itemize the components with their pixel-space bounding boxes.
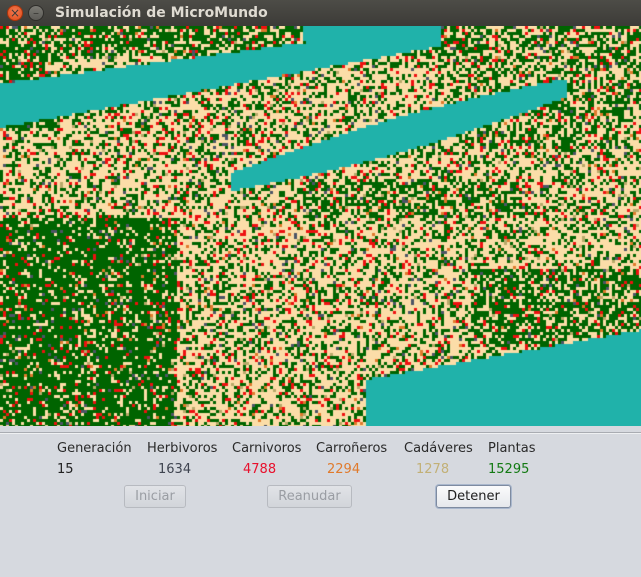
scavengers-label: Carroñeros <box>316 441 388 456</box>
stop-button[interactable]: Detener <box>436 485 511 508</box>
corpses-value: 1278 <box>416 462 450 477</box>
close-icon: × <box>9 6 21 20</box>
app-window: × – Simulación de MicroMundo Generación … <box>0 0 641 577</box>
scavengers-value: 2294 <box>327 462 361 477</box>
generation-value: 15 <box>57 462 74 477</box>
corpses-label: Cadáveres <box>404 441 473 456</box>
plants-label: Plantas <box>488 441 536 456</box>
panel-divider <box>0 432 641 434</box>
generation-label: Generación <box>57 441 132 456</box>
title-bar: × – Simulación de MicroMundo <box>0 0 641 26</box>
carnivores-label: Carnivoros <box>232 441 302 456</box>
start-button[interactable]: Iniciar <box>124 485 186 508</box>
herbivores-value: 1634 <box>158 462 192 477</box>
minimize-icon: – <box>33 6 39 20</box>
herbivores-label: Herbivoros <box>147 441 218 456</box>
plants-value: 15295 <box>488 462 530 477</box>
resume-button[interactable]: Reanudar <box>267 485 352 508</box>
minimize-window-button[interactable]: – <box>28 5 44 21</box>
world-grid-canvas <box>0 26 641 426</box>
micro-world-map <box>0 26 641 426</box>
carnivores-value: 4788 <box>243 462 277 477</box>
window-title: Simulación de MicroMundo <box>55 5 268 21</box>
close-window-button[interactable]: × <box>7 5 23 21</box>
